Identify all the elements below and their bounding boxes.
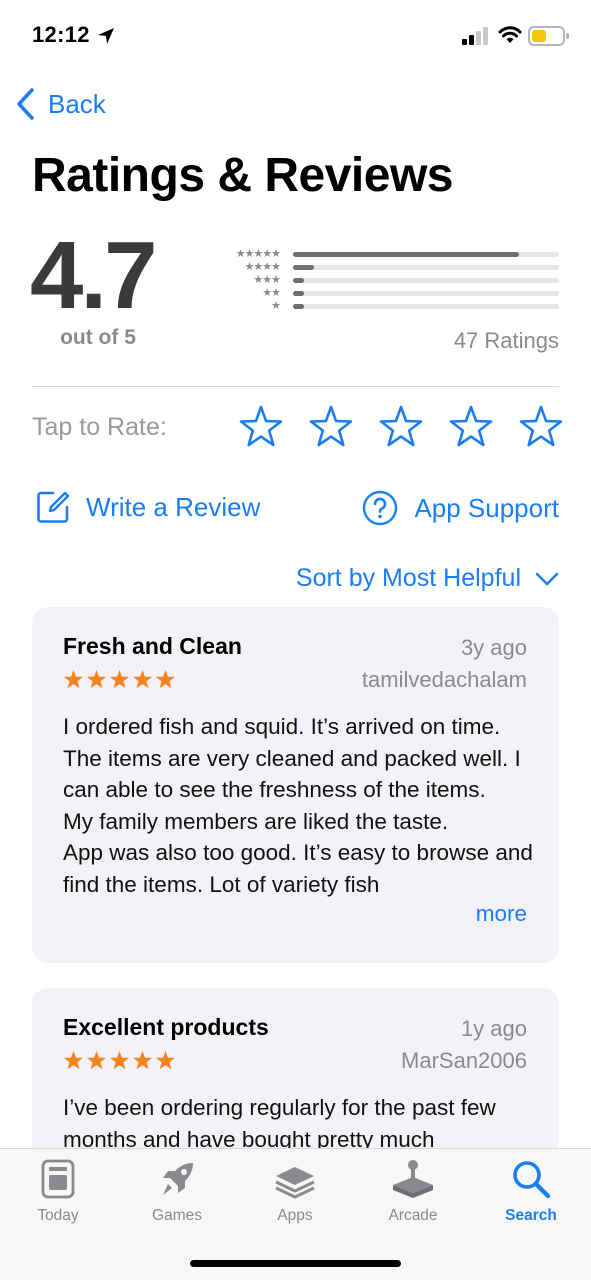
histogram-row: ★★★ [210,274,560,287]
histogram-stars: ★★★★ [244,261,281,273]
joystick-icon [393,1160,433,1198]
write-review-label: Write a Review [86,491,261,522]
more-link[interactable]: more [476,901,527,926]
star-outline-icon[interactable] [448,404,494,450]
question-circle-icon [363,490,398,526]
tab-label: Games [152,1207,202,1224]
review-author: MarSan2006 [401,1048,527,1073]
histogram-row: ★ [210,300,560,313]
review-date: 3y ago [460,635,527,660]
review-title: Fresh and Clean [63,633,242,659]
histogram-track [293,304,559,309]
tab-apps[interactable]: Apps [245,1159,345,1225]
histogram-fill [293,291,304,296]
tab-label: Search [505,1207,557,1224]
more-link-wrap: more [435,901,527,927]
histogram-track [293,291,559,296]
star-outline-icon[interactable] [518,404,564,450]
location-arrow-icon [98,28,114,44]
histogram-row: ★★ [210,287,560,300]
today-icon [41,1159,75,1199]
sort-label: Sort by Most Helpful [295,564,521,592]
star-outline-icon[interactable] [238,404,284,450]
star-filled-icon [132,1050,153,1070]
star-filled-icon [109,669,130,689]
star-outline-icon[interactable] [378,404,424,450]
chevron-left-icon [17,88,34,120]
tab-today[interactable]: Today [8,1159,108,1225]
histogram-row: ★★★★★ [210,248,560,261]
tab-search[interactable]: Search [481,1159,581,1225]
tap-to-rate-label: Tap to Rate: [32,413,167,441]
review-stars [63,669,176,690]
write-review-button[interactable]: Write a Review [36,490,260,524]
star-outline-icon[interactable] [308,404,354,450]
chevron-down-icon [535,572,559,585]
compose-icon [37,491,70,523]
histogram-row: ★★★★ [210,261,560,274]
star-filled-icon [109,1050,130,1070]
home-indicator [190,1260,401,1267]
histogram-fill [293,252,520,257]
review-body: I’ve been ordering regularly for the pas… [63,1095,503,1152]
tab-label: Apps [277,1207,313,1224]
star-filled-icon [86,669,107,689]
tab-label: Today [37,1207,79,1224]
histogram-stars: ★★★★★ [235,248,281,260]
histogram-stars: ★★★ [253,274,281,286]
tab-arcade[interactable]: Arcade [363,1159,463,1225]
histogram-track [293,252,559,257]
apps-stack-icon [275,1167,315,1199]
star-filled-icon [86,1050,107,1070]
star-filled-icon [155,1050,176,1070]
cellular-signal-icon [462,27,488,45]
page-title: Ratings & Reviews [32,149,453,202]
back-label: Back [48,88,106,119]
review-author: tamilvedachalam [361,667,527,692]
star-filled-icon [132,669,153,689]
histogram-fill [293,278,304,283]
ratings-count: 47 Ratings [453,328,559,353]
average-rating: 4.7 [30,222,157,329]
review-title: Excellent products [63,1014,269,1040]
review-body: I ordered fish and squid. It’s arrived o… [63,714,533,897]
histogram-fill [293,265,315,270]
histogram-track [293,278,559,283]
battery-low-icon [528,26,569,46]
tab-label: Arcade [388,1207,438,1224]
app-support-button[interactable]: App Support [362,490,559,526]
tap-to-rate-stars [238,404,564,450]
histogram-stars: ★★ [262,287,281,299]
histogram-track [293,265,559,270]
status-bar: 12:12 [0,0,591,72]
wifi-icon [498,26,522,43]
review-date: 1y ago [460,1016,527,1041]
star-filled-icon [155,669,176,689]
histogram-stars: ★ [271,300,281,312]
rocket-icon [163,1163,193,1195]
status-time: 12:12 [32,22,90,47]
sort-button[interactable]: Sort by Most Helpful [296,564,559,593]
divider [32,386,559,387]
star-filled-icon [63,1050,84,1070]
review-stars [63,1050,176,1071]
search-icon [513,1161,551,1199]
histogram-fill [293,304,304,309]
tab-games[interactable]: Games [127,1159,227,1225]
star-filled-icon [63,669,84,689]
back-button[interactable]: Back [14,84,106,124]
app-support-label: App Support [414,492,559,523]
out-of-label: out of 5 [60,326,136,349]
review-card[interactable]: Fresh and Clean 3y ago tamilvedachalam I… [32,607,559,963]
